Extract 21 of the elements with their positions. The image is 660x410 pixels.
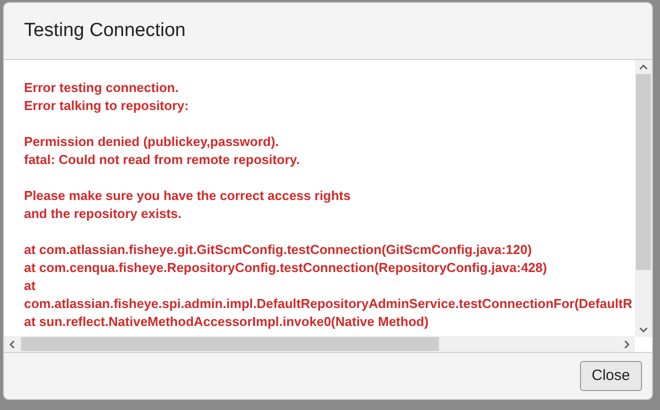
error-text-line: at sun.reflect.NativeMethodAccessorImpl.invoke0(Native Method) xyxy=(24,313,429,331)
error-text-line: at com.cenqua.fisheye.RepositoryConfig.testConnection(RepositoryConfig.java:428) xyxy=(24,259,547,277)
error-text-line: Error talking to repository: xyxy=(24,97,189,115)
error-text-line: and the repository exists. xyxy=(24,205,182,223)
error-text-line: com.atlassian.fisheye.spi.admin.impl.DefaultRepositoryAdminService.testConnectionFor(DefaultR xyxy=(24,295,632,313)
dialog-title: Testing Connection xyxy=(24,18,186,43)
scroll-down-icon[interactable] xyxy=(639,327,648,333)
scrollbar-thumb[interactable] xyxy=(636,74,651,270)
close-button[interactable]: Close xyxy=(580,361,642,391)
vertical-scrollbar[interactable] xyxy=(635,60,652,337)
error-text-line: Please make sure you have the correct access rights xyxy=(24,187,351,205)
scroll-right-icon[interactable] xyxy=(624,340,630,348)
error-text-line: fatal: Could not read from remote repository. xyxy=(24,151,300,169)
error-text-line: at com.atlassian.fisheye.git.GitScmConfig.testConnection(GitScmConfig.java:120) xyxy=(24,241,532,259)
scroll-up-icon[interactable] xyxy=(639,64,648,70)
scrollbar-thumb[interactable] xyxy=(21,337,439,351)
scroll-left-icon[interactable] xyxy=(9,340,15,348)
error-text-line: Error testing connection. xyxy=(24,79,179,97)
error-text-line: Permission denied (publickey,password). xyxy=(24,133,279,151)
horizontal-scrollbar[interactable] xyxy=(4,336,635,352)
error-text-line: at xyxy=(24,277,36,295)
